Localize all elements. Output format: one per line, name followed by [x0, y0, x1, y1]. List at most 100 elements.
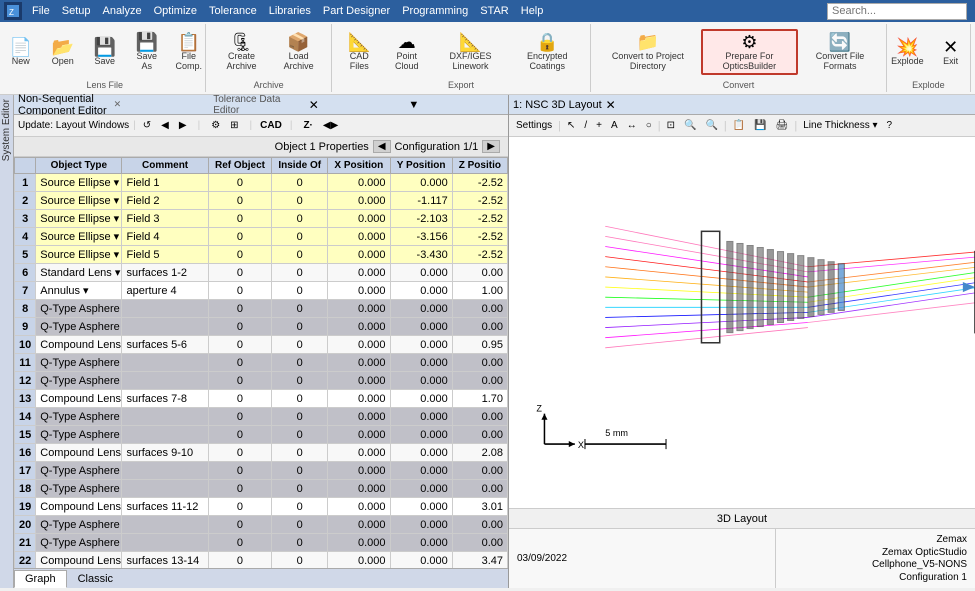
object-type-cell[interactable]: Q-Type Asphere Su ▾: [36, 426, 122, 444]
row-number[interactable]: 11: [15, 354, 36, 372]
table-cell[interactable]: 0.000: [328, 336, 390, 354]
table-cell[interactable]: 0: [208, 390, 272, 408]
table-cell[interactable]: 0.00: [452, 318, 507, 336]
table-cell[interactable]: 0.000: [390, 480, 452, 498]
table-cell[interactable]: 0: [208, 534, 272, 552]
table-row[interactable]: 11Q-Type Asphere Su ▾000.0000.0000.00: [15, 354, 508, 372]
table-cell[interactable]: 0: [272, 390, 328, 408]
row-number[interactable]: 18: [15, 480, 36, 498]
table-cell[interactable]: Field 5: [122, 246, 208, 264]
row-number[interactable]: 5: [15, 246, 36, 264]
table-cell[interactable]: 0.00: [452, 408, 507, 426]
row-number[interactable]: 20: [15, 516, 36, 534]
table-row[interactable]: 6Standard Lens ▾surfaces 1-2000.0000.000…: [15, 264, 508, 282]
table-row[interactable]: 17Q-Type Asphere Su ▾000.0000.0000.00: [15, 462, 508, 480]
row-number[interactable]: 7: [15, 282, 36, 300]
grid-btn[interactable]: ⊞: [227, 119, 241, 132]
table-cell[interactable]: 0.000: [390, 444, 452, 462]
table-cell[interactable]: -2.52: [452, 228, 507, 246]
z-btn[interactable]: Z·: [300, 119, 315, 132]
object-type-cell[interactable]: Compound Lens ▾: [36, 498, 122, 516]
menu-analyze[interactable]: Analyze: [96, 3, 147, 19]
row-number[interactable]: 19: [15, 498, 36, 516]
table-cell[interactable]: 0: [272, 336, 328, 354]
table-cell[interactable]: Field 1: [122, 174, 208, 192]
table-cell[interactable]: [122, 408, 208, 426]
table-cell[interactable]: 0.000: [390, 408, 452, 426]
object-type-cell[interactable]: Annulus ▾: [36, 282, 122, 300]
forward-btn[interactable]: ▶: [176, 119, 190, 132]
layout-cursor-btn[interactable]: ↖: [564, 119, 578, 132]
dxf-iges-button[interactable]: 📐 DXF/IGES Linework: [433, 30, 509, 74]
layout-text-btn[interactable]: A: [608, 119, 621, 132]
object-type-cell[interactable]: Compound Lens ▾: [36, 390, 122, 408]
table-cell[interactable]: surfaces 13-14: [122, 552, 208, 569]
table-cell[interactable]: 0.000: [328, 552, 390, 569]
table-cell[interactable]: Field 4: [122, 228, 208, 246]
table-cell[interactable]: 0: [208, 192, 272, 210]
table-cell[interactable]: 0: [208, 498, 272, 516]
table-cell[interactable]: [122, 516, 208, 534]
table-cell[interactable]: 0: [272, 300, 328, 318]
open-button[interactable]: 📂 Open: [43, 35, 83, 69]
table-cell[interactable]: -2.52: [452, 210, 507, 228]
create-archive-button[interactable]: 🗜 Create Archive: [212, 30, 270, 74]
table-cell[interactable]: [122, 426, 208, 444]
table-cell[interactable]: -2.103: [390, 210, 452, 228]
table-cell[interactable]: surfaces 9-10: [122, 444, 208, 462]
table-cell[interactable]: 0.000: [328, 480, 390, 498]
new-button[interactable]: 📄 New: [1, 35, 41, 69]
table-cell[interactable]: 0.000: [328, 192, 390, 210]
prepare-opticsbuilder-button[interactable]: ⚙ Prepare For OpticsBuilder: [701, 29, 799, 75]
table-cell[interactable]: 0: [208, 372, 272, 390]
table-row[interactable]: 22Compound Lens ▾surfaces 13-14000.0000.…: [15, 552, 508, 569]
layout-line-thickness-btn[interactable]: Line Thickness ▾: [800, 119, 880, 132]
table-row[interactable]: 4Source Ellipse ▾Field 4000.000-3.156-2.…: [15, 228, 508, 246]
table-cell[interactable]: 2.08: [452, 444, 507, 462]
config-prev-btn[interactable]: ◀: [373, 140, 391, 153]
table-cell[interactable]: 0.000: [328, 264, 390, 282]
object-type-cell[interactable]: Compound Lens ▾: [36, 444, 122, 462]
layout-zoom-fit-btn[interactable]: ⊡: [664, 119, 678, 132]
table-cell[interactable]: 0.000: [328, 354, 390, 372]
table-cell[interactable]: 0.000: [390, 426, 452, 444]
table-cell[interactable]: [122, 534, 208, 552]
table-row[interactable]: 21Q-Type Asphere Su ▾000.0000.0000.00: [15, 534, 508, 552]
table-row[interactable]: 8Q-Type Asphere Su ▾000.0000.0000.00: [15, 300, 508, 318]
table-cell[interactable]: 0.000: [390, 300, 452, 318]
table-cell[interactable]: 0.000: [390, 534, 452, 552]
table-cell[interactable]: 0: [208, 246, 272, 264]
row-number[interactable]: 10: [15, 336, 36, 354]
table-cell[interactable]: 0.00: [452, 264, 507, 282]
layout-line-btn[interactable]: /: [581, 119, 590, 132]
table-cell[interactable]: 0.000: [328, 426, 390, 444]
convert-to-project-button[interactable]: 📁 Convert to Project Directory: [597, 30, 698, 74]
menu-help[interactable]: Help: [515, 3, 550, 19]
table-row[interactable]: 15Q-Type Asphere Su ▾000.0000.0000.00: [15, 426, 508, 444]
refresh-btn[interactable]: ↺: [140, 119, 154, 132]
table-cell[interactable]: 0.95: [452, 336, 507, 354]
object-type-cell[interactable]: Q-Type Asphere Su ▾: [36, 534, 122, 552]
table-cell[interactable]: 0.00: [452, 354, 507, 372]
menu-setup[interactable]: Setup: [56, 3, 97, 19]
object-type-cell[interactable]: Q-Type Asphere Su ▾: [36, 516, 122, 534]
table-cell[interactable]: -3.430: [390, 246, 452, 264]
table-row[interactable]: 2Source Ellipse ▾Field 2000.000-1.117-2.…: [15, 192, 508, 210]
table-cell[interactable]: 0.000: [390, 552, 452, 569]
table-row[interactable]: 12Q-Type Asphere Su ▾000.0000.0000.00: [15, 372, 508, 390]
table-cell[interactable]: 0.00: [452, 516, 507, 534]
table-cell[interactable]: 0.000: [328, 372, 390, 390]
table-cell[interactable]: [122, 318, 208, 336]
object-type-cell[interactable]: Source Ellipse ▾: [36, 210, 122, 228]
table-cell[interactable]: 0: [208, 480, 272, 498]
system-editor-tab[interactable]: System Editor: [0, 95, 14, 588]
table-cell[interactable]: 0: [272, 282, 328, 300]
row-number[interactable]: 9: [15, 318, 36, 336]
table-cell[interactable]: 0: [272, 264, 328, 282]
save-button[interactable]: 💾 Save: [85, 35, 125, 69]
layout-close-button[interactable]: ✕: [602, 98, 620, 112]
table-cell[interactable]: [122, 354, 208, 372]
table-cell[interactable]: 0.000: [390, 498, 452, 516]
explode-button[interactable]: 💥 Explode: [886, 35, 929, 69]
menu-optimize[interactable]: Optimize: [148, 3, 203, 19]
